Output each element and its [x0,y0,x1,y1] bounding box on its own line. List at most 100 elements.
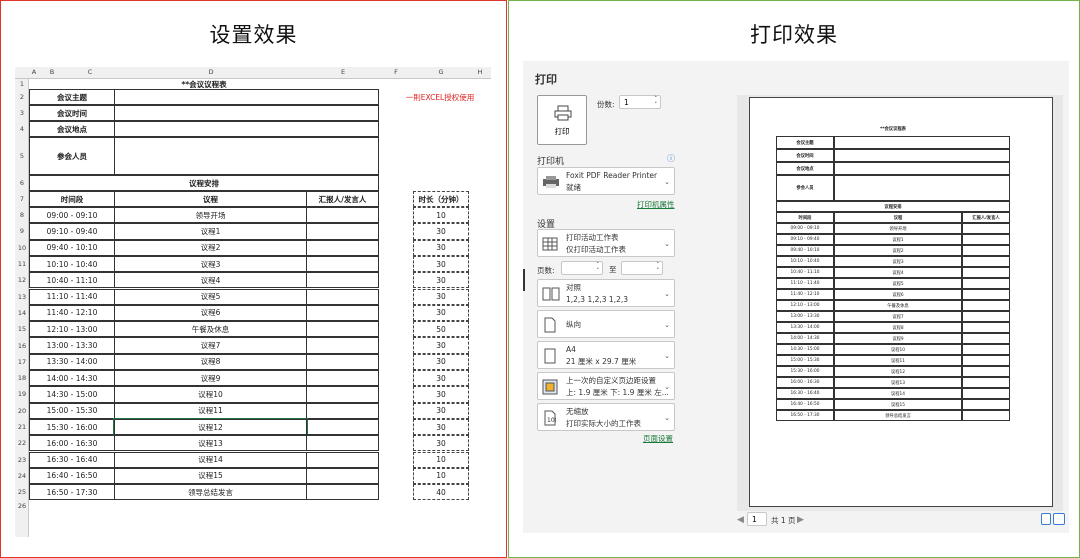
time-cell[interactable]: 16:00 - 16:30 [29,435,115,452]
orientation-select[interactable]: 纵向 ⌄ [537,310,675,338]
reporter-cell[interactable] [306,386,379,403]
item-cell[interactable]: 议程12 [113,417,308,437]
item-cell[interactable]: 领导开场 [114,207,307,224]
item-cell[interactable]: 议程9 [114,370,307,387]
zoom-page-icon[interactable] [1053,513,1065,525]
duration-cell[interactable]: 40 [413,484,469,501]
printer-properties-link[interactable]: 打印机属性 [637,199,675,210]
row-header[interactable]: 1 [15,80,29,88]
row-header[interactable]: 15 [15,325,29,333]
item-cell[interactable]: 议程1 [114,223,307,240]
duration-cell[interactable]: 30 [413,402,469,419]
reporter-cell[interactable] [306,418,379,436]
row-header[interactable]: 9 [15,227,29,235]
reporter-cell[interactable] [306,353,379,370]
info-value[interactable] [114,121,379,137]
duration-cell[interactable]: 30 [413,370,469,387]
reporter-cell[interactable] [306,337,379,354]
duration-cell[interactable]: 30 [413,272,469,289]
column-header-d[interactable]: D [115,68,307,76]
duration-cell[interactable]: 10 [413,207,469,224]
item-cell[interactable]: 午餐及休息 [114,321,307,338]
page-setup-link[interactable]: 页面设置 [643,433,673,444]
duration-cell[interactable]: 30 [413,223,469,240]
duration-cell[interactable]: 30 [413,386,469,403]
time-cell[interactable]: 11:10 - 11:40 [29,288,115,305]
row-header[interactable]: 26 [15,502,29,510]
item-cell[interactable]: 议程3 [114,255,307,273]
show-margins-icon[interactable] [1041,513,1051,525]
reporter-cell[interactable] [306,304,379,322]
time-cell[interactable]: 12:10 - 13:00 [29,321,115,338]
item-cell[interactable]: 议程6 [114,304,307,322]
divider-handle[interactable] [523,269,525,291]
time-cell[interactable]: 10:40 - 11:10 [29,272,115,289]
row-header[interactable]: 10 [15,244,29,252]
row-header[interactable]: 25 [15,488,29,496]
next-page-icon[interactable]: ▶ [797,515,804,525]
time-cell[interactable]: 10:10 - 10:40 [29,255,115,273]
item-cell[interactable]: 议程10 [114,386,307,403]
time-cell[interactable]: 09:40 - 10:10 [29,239,115,256]
duration-cell[interactable]: 30 [413,239,469,256]
item-cell[interactable]: 议程14 [114,451,307,468]
row-header[interactable]: 5 [15,152,29,160]
duration-cell[interactable]: 10 [413,467,469,485]
row-header[interactable]: 12 [15,276,29,284]
prev-page-icon[interactable]: ◀ [737,515,744,525]
time-cell[interactable]: 16:50 - 17:30 [29,484,115,501]
print-scope-select[interactable]: 打印活动工作表 仅打印活动工作表 ⌄ [537,229,675,257]
time-cell[interactable]: 15:00 - 15:30 [29,402,115,419]
time-cell[interactable]: 13:30 - 14:00 [29,353,115,370]
reporter-cell[interactable] [306,484,379,501]
time-cell[interactable]: 16:30 - 16:40 [29,451,115,468]
column-header-f[interactable]: F [379,68,413,76]
reporter-cell[interactable] [306,207,379,224]
reporter-cell[interactable] [306,239,379,256]
column-header-a[interactable]: A [29,68,39,76]
row-header[interactable]: 2 [15,93,29,101]
reporter-cell[interactable] [306,288,379,305]
item-cell[interactable]: 议程5 [114,288,307,305]
reporter-cell[interactable] [306,272,379,289]
time-cell[interactable]: 11:40 - 12:10 [29,304,115,322]
reporter-cell[interactable] [306,223,379,240]
reporter-cell[interactable] [306,435,379,452]
item-cell[interactable]: 议程8 [114,353,307,370]
row-header[interactable]: 20 [15,407,29,415]
row-header[interactable]: 16 [15,342,29,350]
row-header[interactable]: 22 [15,439,29,447]
excel-sheet[interactable]: ABCDEFGH 1 2 3 4 5 6 7 8 9 10 11 12 13 14 15 16 17 18 19 20… [15,67,491,537]
collate-select[interactable]: 对照 1,2,3 1,2,3 1,2,3 ⌄ [537,279,675,307]
paper-size-select[interactable]: A4 21 厘米 x 29.7 厘米 ⌄ [537,341,675,369]
duration-cell[interactable]: 30 [413,435,469,452]
column-header-c[interactable]: C [65,68,115,76]
info-value[interactable] [114,89,379,105]
duration-cell[interactable]: 30 [413,304,469,322]
reporter-cell[interactable] [306,321,379,338]
print-button[interactable]: 打印 [537,95,587,145]
page-number-input[interactable]: 1 [747,512,767,526]
row-header[interactable]: 21 [15,423,29,431]
pages-to-input[interactable]: ˄ ˅ [621,261,663,275]
row-header[interactable]: 11 [15,260,29,268]
item-cell[interactable]: 议程7 [114,337,307,354]
row-header[interactable]: 14 [15,309,29,317]
row-header[interactable]: 4 [15,125,29,133]
time-cell[interactable]: 09:00 - 09:10 [29,207,115,224]
pages-from-input[interactable]: ˄ ˅ [561,261,603,275]
duration-cell[interactable]: 30 [413,255,469,273]
row-header[interactable]: 8 [15,211,29,219]
reporter-cell[interactable] [306,467,379,485]
margins-select[interactable]: 上一次的自定义页边距设置 上: 1.9 厘米 下: 1.9 厘米 左... ⌄ [537,372,675,400]
row-header[interactable]: 6 [15,179,29,187]
duration-cell[interactable]: 30 [413,337,469,354]
column-header-e[interactable]: E [307,68,379,76]
info-icon[interactable]: ⓘ [667,153,675,164]
copies-stepper[interactable]: 1 ˄ ˅ [619,95,661,109]
row-header[interactable]: 17 [15,358,29,366]
item-cell[interactable]: 领导总结发言 [114,484,307,501]
duration-cell[interactable]: 30 [413,288,469,305]
item-cell[interactable]: 议程2 [114,239,307,256]
duration-cell[interactable]: 10 [413,451,469,468]
